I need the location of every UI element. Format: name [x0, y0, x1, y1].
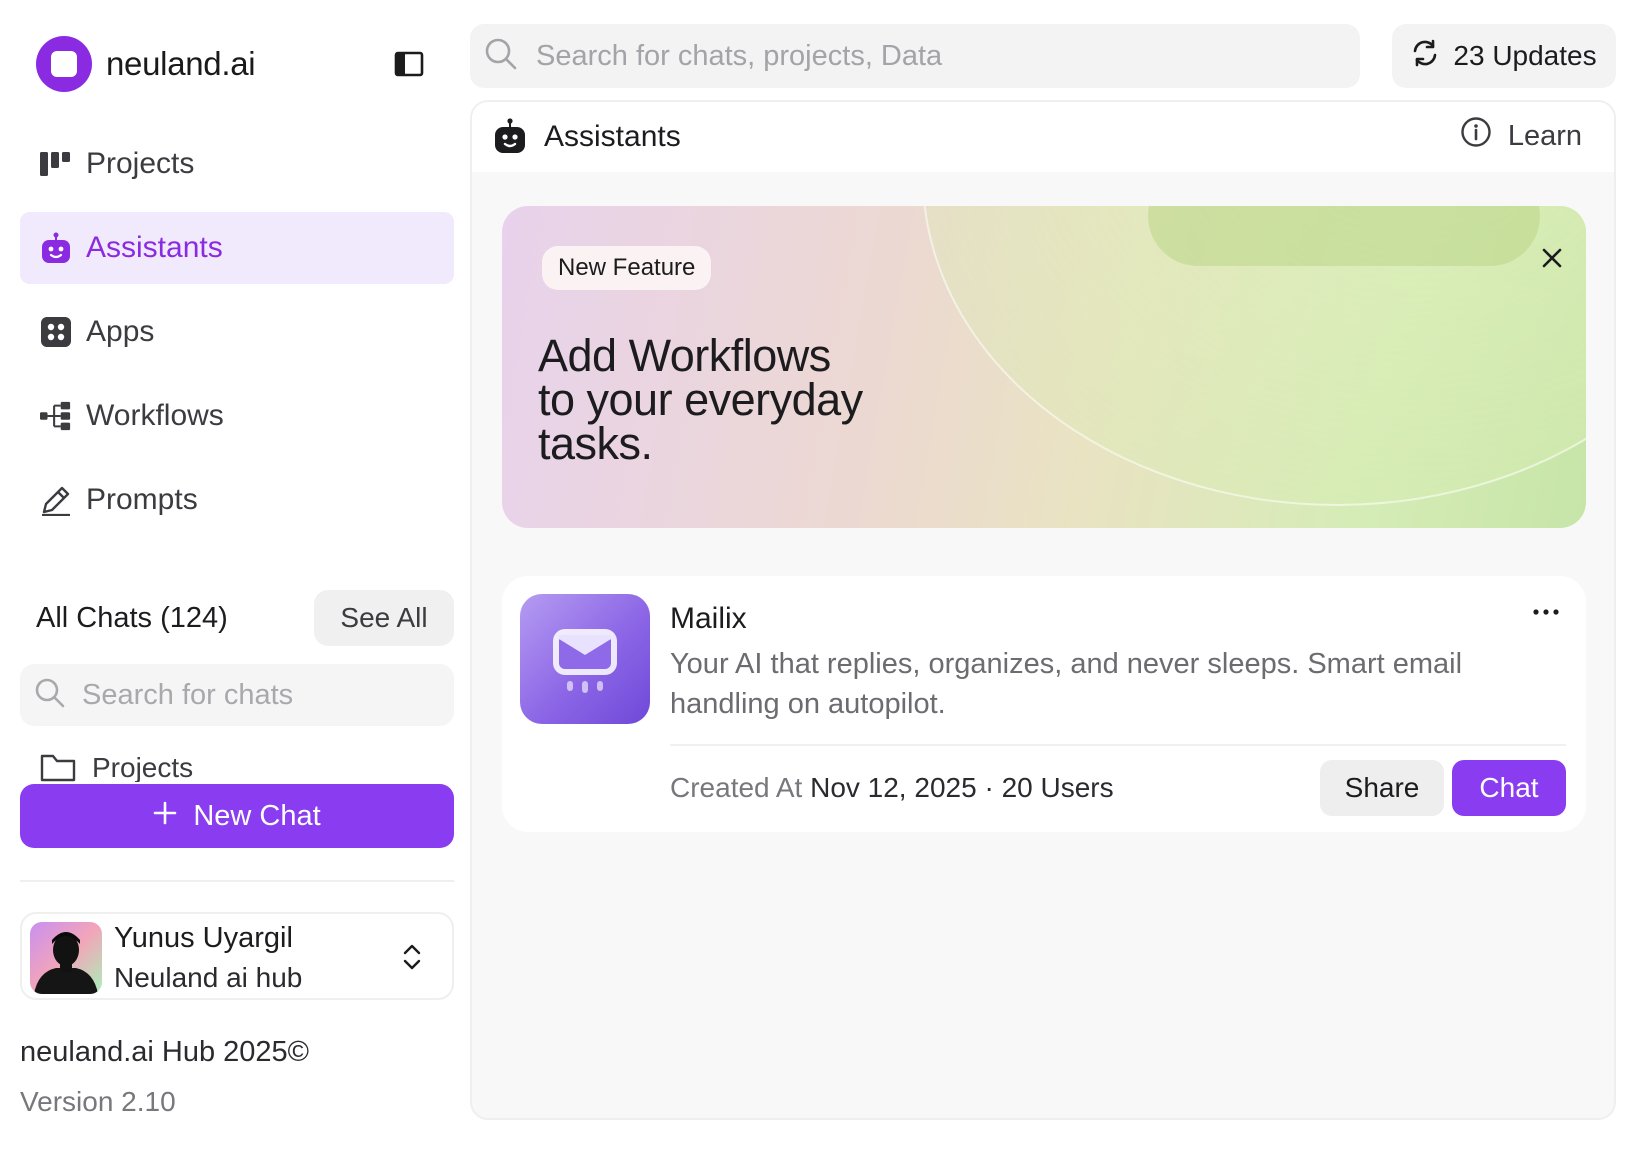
- updates-label: 23 Updates: [1453, 40, 1597, 71]
- app-window: neuland.ai Projects Assistants Apps Work…: [0, 0, 1630, 1160]
- close-icon[interactable]: [1538, 244, 1566, 272]
- main-panel: Assistants Learn New Feature Add Workflo…: [470, 100, 1616, 1120]
- sidebar-item-prompts[interactable]: Prompts: [20, 464, 454, 536]
- sidebar-item-label: Apps: [86, 315, 155, 348]
- chat-search: [20, 664, 454, 726]
- brand-logo-icon: [36, 36, 92, 92]
- main-header: Assistants Learn: [472, 102, 1614, 172]
- robot-icon: [40, 232, 72, 264]
- global-search: [470, 24, 1360, 88]
- created-date: Nov 12, 2025: [810, 772, 977, 803]
- sidebar-item-projects[interactable]: Projects: [20, 128, 454, 200]
- feature-banner: New Feature Add Workflows to your everyd…: [502, 206, 1586, 528]
- info-icon: [1460, 116, 1492, 156]
- projects-folder-label: Projects: [92, 752, 194, 782]
- brand[interactable]: neuland.ai: [36, 36, 256, 92]
- divider: [670, 744, 1566, 746]
- version-text: Version 2.10: [20, 1086, 176, 1117]
- chat-button[interactable]: Chat: [1452, 760, 1566, 816]
- assistant-card[interactable]: Mailix Your AI that replies, organizes, …: [502, 576, 1586, 832]
- sidebar-item-label: Assistants: [86, 231, 223, 264]
- page-title: Assistants: [544, 120, 681, 153]
- sidebar-item-assistants[interactable]: Assistants: [20, 212, 454, 284]
- mail-app-icon: [520, 594, 650, 724]
- updates-button[interactable]: 23 Updates: [1392, 24, 1616, 88]
- robot-icon: [494, 118, 526, 159]
- plus-icon: [153, 800, 177, 833]
- more-options-icon[interactable]: [1528, 600, 1564, 624]
- assistant-description: Your AI that replies, organizes, and nev…: [670, 648, 1463, 720]
- sidebar-item-label: Prompts: [86, 483, 198, 516]
- banner-title: Add Workflows to your everyday tasks.: [538, 330, 863, 469]
- sidebar-item-apps[interactable]: Apps: [20, 296, 454, 368]
- see-all-button[interactable]: See All: [314, 590, 454, 646]
- brand-name: neuland.ai: [106, 45, 256, 82]
- share-button[interactable]: Share: [1320, 760, 1444, 816]
- divider: [20, 880, 454, 882]
- chevron-updown-icon: [402, 942, 422, 977]
- workflow-icon: [40, 400, 72, 432]
- user-count: 20 Users: [1001, 772, 1114, 803]
- copyright-text: neuland.ai Hub 2025©: [20, 1036, 310, 1068]
- banner-decoration: [1148, 206, 1540, 266]
- kanban-icon: [40, 148, 72, 180]
- global-search-input[interactable]: [536, 39, 1336, 73]
- projects-folder-item[interactable]: Projects: [40, 752, 460, 782]
- all-chats-header: All Chats (124) See All: [36, 590, 454, 646]
- learn-link[interactable]: Learn: [1460, 116, 1582, 156]
- new-chat-label: New Chat: [193, 799, 321, 832]
- new-feature-badge: New Feature: [542, 246, 712, 290]
- new-chat-button[interactable]: New Chat: [20, 784, 454, 848]
- refresh-icon: [1411, 39, 1439, 74]
- search-icon: [484, 37, 518, 76]
- user-org: Neuland ai hub: [114, 962, 303, 993]
- sidebar-nav: Projects Assistants Apps Workflows Promp…: [20, 128, 454, 548]
- user-switcher[interactable]: Yunus Uyargil Neuland ai hub: [20, 912, 454, 1000]
- sidebar-item-label: Workflows: [86, 399, 224, 432]
- chat-search-input[interactable]: [82, 678, 422, 712]
- search-icon: [34, 677, 66, 714]
- apps-grid-icon: [40, 316, 72, 348]
- assistant-name: Mailix: [670, 602, 747, 635]
- folder-icon: [40, 752, 76, 782]
- created-label: Created At: [670, 772, 803, 803]
- avatar: [30, 922, 102, 994]
- pencil-icon: [40, 484, 72, 516]
- sidebar: neuland.ai Projects Assistants Apps Work…: [0, 0, 470, 1160]
- sidebar-item-label: Projects: [86, 147, 195, 180]
- user-name: Yunus Uyargil: [114, 922, 293, 954]
- sidebar-toggle-icon[interactable]: [394, 50, 424, 78]
- meta-separator: ·: [984, 772, 994, 803]
- sidebar-item-workflows[interactable]: Workflows: [20, 380, 454, 452]
- learn-label: Learn: [1507, 119, 1582, 152]
- all-chats-title: All Chats (124): [36, 602, 228, 634]
- assistant-meta: Created At Nov 12, 2025 · 20 Users: [670, 772, 1114, 804]
